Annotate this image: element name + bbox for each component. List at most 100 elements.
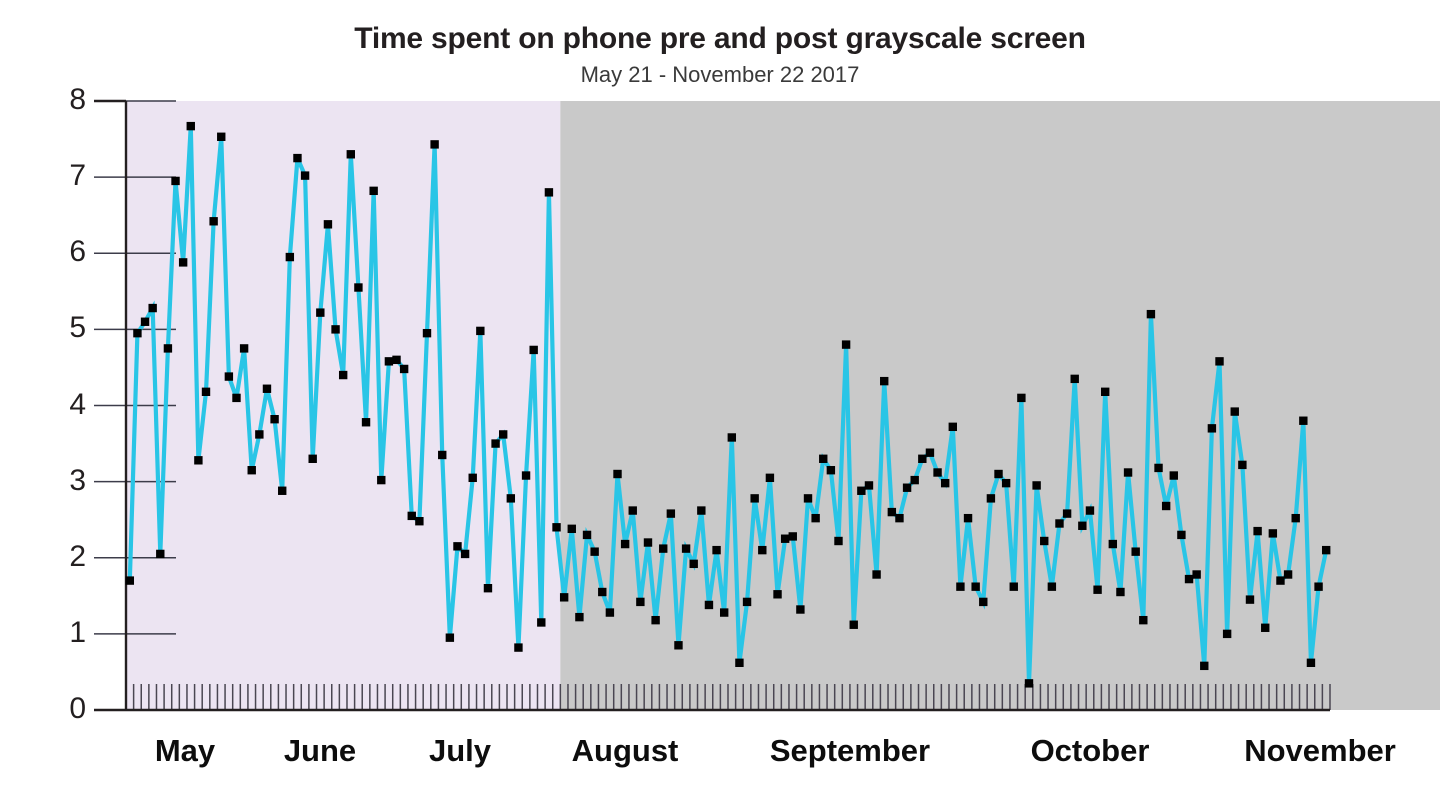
data-point (963, 513, 973, 523)
x-tick-label-june: June (283, 733, 357, 768)
data-point (971, 582, 980, 591)
data-point (1200, 661, 1209, 671)
data-point (163, 344, 173, 353)
data-point (704, 600, 714, 610)
data-point (1017, 393, 1026, 403)
data-point (407, 511, 416, 521)
data-point (1245, 595, 1255, 604)
data-point (156, 549, 165, 559)
y-tick-label: 5 (69, 311, 86, 345)
data-point (278, 486, 287, 495)
data-point (1001, 478, 1011, 488)
data-point (1055, 519, 1064, 528)
data-point (1154, 463, 1163, 473)
y-tick-label: 2 (69, 539, 86, 573)
data-point (316, 308, 325, 317)
y-tick-label: 4 (69, 387, 86, 421)
data-point (224, 372, 234, 381)
data-point (636, 597, 645, 607)
data-point (422, 328, 432, 338)
data-point (948, 422, 957, 432)
data-point (201, 387, 211, 396)
data-point (765, 473, 775, 483)
data-point (689, 559, 698, 569)
data-point (178, 258, 188, 267)
data-point (918, 454, 927, 463)
data-point (758, 545, 767, 555)
data-point (140, 317, 150, 326)
data-point (925, 448, 935, 457)
data-point (346, 150, 355, 159)
y-tick-label: 7 (69, 159, 86, 193)
data-point (719, 608, 729, 617)
data-point (1184, 574, 1194, 584)
data-point (803, 494, 813, 503)
data-point (727, 433, 737, 442)
data-point (415, 517, 424, 526)
data-point (1131, 547, 1140, 556)
data-point (979, 597, 988, 607)
data-point (902, 483, 912, 492)
data-point (681, 544, 691, 553)
data-point (217, 132, 226, 141)
data-point (1215, 357, 1224, 366)
data-point (956, 582, 965, 591)
x-tick-label-october: October (1030, 733, 1150, 768)
data-point (262, 384, 272, 393)
data-point (986, 494, 996, 503)
data-point (1230, 407, 1239, 416)
data-point (651, 615, 660, 625)
data-point (171, 176, 180, 186)
data-point (834, 536, 843, 546)
data-point (1146, 309, 1156, 319)
line-chart-plot (94, 99, 1440, 712)
data-point (399, 364, 409, 374)
data-point (559, 593, 569, 602)
data-point (239, 344, 249, 353)
data-point (506, 494, 516, 503)
data-point (209, 217, 218, 226)
x-tick-label-november: November (1244, 733, 1396, 768)
x-tick-label-september: September (769, 733, 931, 768)
y-tick-label: 8 (69, 83, 86, 116)
background-regions (126, 101, 1440, 710)
data-point (323, 220, 333, 229)
data-point (895, 513, 904, 523)
data-point (841, 340, 851, 349)
data-point (514, 643, 523, 652)
data-point (788, 532, 797, 541)
data-point (331, 325, 340, 334)
data-point (247, 466, 256, 475)
x-tick-label-august: August (571, 733, 679, 768)
data-point (1116, 587, 1125, 597)
data-point (666, 509, 676, 518)
y-tick-label: 3 (69, 463, 86, 497)
data-point (1078, 521, 1087, 530)
data-point (819, 454, 828, 463)
data-point (1024, 679, 1034, 688)
data-point (735, 658, 744, 667)
data-point (742, 597, 752, 607)
data-point (1192, 570, 1201, 579)
data-point (194, 456, 203, 465)
data-point (811, 513, 820, 523)
data-point (1261, 623, 1270, 632)
data-point (354, 283, 363, 292)
data-point (605, 608, 615, 617)
data-point (620, 539, 630, 549)
data-point (582, 530, 592, 540)
x-tick-label-july: July (428, 733, 492, 768)
data-point (940, 478, 950, 488)
data-point (293, 153, 302, 163)
data-point (285, 252, 295, 262)
data-point (255, 430, 264, 439)
data-point (483, 584, 493, 593)
data-point (750, 494, 759, 503)
data-point (1291, 513, 1300, 523)
chart-figure: Time spent on phone pre and post graysca… (0, 0, 1440, 810)
data-point (270, 415, 279, 424)
data-point (796, 605, 805, 614)
data-point (994, 469, 1003, 479)
data-point (1314, 582, 1323, 591)
data-point (1321, 545, 1331, 555)
